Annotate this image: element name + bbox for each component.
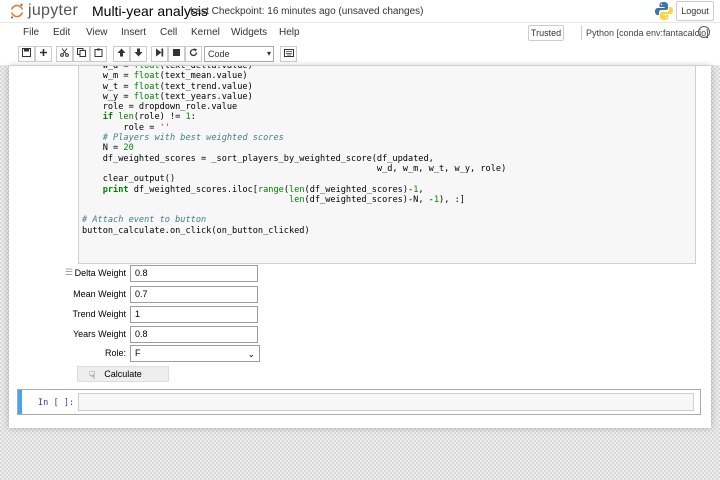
selected-cell-indicator <box>18 390 22 414</box>
code-line: w_y = float(text_years.value) <box>82 91 253 102</box>
add-cell-button[interactable] <box>35 46 52 62</box>
paste-button[interactable] <box>90 46 107 62</box>
code-line: # Players with best weighted scores <box>102 133 284 144</box>
code-line: N = 20 <box>82 143 134 154</box>
copy-button[interactable] <box>73 46 90 62</box>
menu-insert[interactable]: Insert <box>121 27 146 38</box>
stop-button[interactable] <box>168 46 185 62</box>
mean-weight-input[interactable]: 0.7 <box>130 286 258 303</box>
move-down-button[interactable] <box>130 46 147 62</box>
role-dropdown[interactable]: F ⌄ <box>130 345 260 362</box>
role-label: Role: <box>104 348 126 358</box>
delta-weight-input[interactable]: 0.8 <box>130 265 258 282</box>
code-line: if len(role) != 1: <box>102 112 196 123</box>
code-line: button_calculate.on_click(on_button_clic… <box>82 225 310 236</box>
save-button[interactable] <box>18 46 35 62</box>
restart-button[interactable] <box>185 46 202 62</box>
chevron-down-icon: ▾ <box>266 49 271 58</box>
move-up-button[interactable] <box>113 46 130 62</box>
kernel-status-icon <box>698 26 710 38</box>
empty-code-cell[interactable]: In [ ]: <box>17 389 701 415</box>
menu-kernel[interactable]: Kernel <box>191 27 220 38</box>
years-weight-input[interactable]: 0.8 <box>130 326 258 343</box>
code-line: w_d, w_m, w_t, w_y, role) <box>82 163 507 174</box>
code-line: w_d = float(text_delta.value) <box>82 66 253 71</box>
menu-view[interactable]: View <box>86 27 108 38</box>
cut-icon <box>60 48 69 57</box>
menubar: File Edit View Insert Cell Kernel Widget… <box>0 22 720 44</box>
hand-cursor-icon: ☟ <box>89 370 96 382</box>
keyboard-icon <box>283 49 294 57</box>
role-dropdown-value: F <box>135 348 141 358</box>
code-line: role = dropdown_role.value <box>82 102 238 113</box>
notebook-container: w_d = float(text_delta.value) w_m = floa… <box>9 66 711 428</box>
trend-weight-input[interactable]: 1 <box>130 306 258 323</box>
delta-weight-label: Delta Weight <box>74 268 126 278</box>
move-down-icon <box>134 48 143 57</box>
move-up-icon <box>117 48 126 57</box>
copy-icon <box>77 48 86 57</box>
code-line: clear_output() <box>82 174 176 185</box>
code-line: role = '' <box>82 122 170 133</box>
cut-button[interactable] <box>56 46 73 62</box>
save-icon <box>22 48 31 57</box>
restart-icon <box>189 48 198 57</box>
code-line: df_weighted_scores = _sort_players_by_we… <box>82 153 434 164</box>
menu-cell[interactable]: Cell <box>160 27 177 38</box>
code-editor[interactable]: w_d = float(text_delta.value) w_m = floa… <box>79 66 695 236</box>
years-weight-label: Years Weight <box>72 329 126 339</box>
code-line: # Attach event to button <box>82 215 207 226</box>
new-cell-input[interactable] <box>78 393 694 411</box>
cell-type-select[interactable]: Code ▾ <box>204 46 274 62</box>
trusted-indicator[interactable]: Trusted <box>528 25 564 41</box>
trend-weight-label: Trend Weight <box>72 309 126 319</box>
menu-edit[interactable]: Edit <box>53 27 70 38</box>
kernel-separator <box>581 26 582 40</box>
menu-file[interactable]: File <box>23 27 39 38</box>
chevron-down-icon: ⌄ <box>247 349 255 359</box>
stop-icon <box>173 49 180 56</box>
add-icon <box>40 49 47 56</box>
code-line: w_m = float(text_mean.value) <box>82 71 248 82</box>
input-prompt: In [ ]: <box>38 398 75 408</box>
code-cell-input[interactable]: w_d = float(text_delta.value) w_m = floa… <box>78 66 696 264</box>
logo-text: jupyter <box>28 2 79 19</box>
code-line: len(df_weighted_scores)-N, -1), :] <box>288 194 465 205</box>
checkpoint-status: Last Checkpoint: 16 minutes ago (unsaved… <box>190 6 424 17</box>
jupyter-logo[interactable]: jupyter <box>10 2 78 20</box>
toolbar: Code ▾ <box>0 43 720 66</box>
paste-icon <box>94 48 103 57</box>
run-button[interactable] <box>151 46 168 62</box>
jupyter-icon <box>10 3 24 19</box>
python-logo-icon <box>655 2 673 20</box>
code-line: print df_weighted_scores.iloc[range(len(… <box>102 184 424 195</box>
logout-button[interactable]: Logout <box>676 1 714 21</box>
menu-widgets[interactable]: Widgets <box>231 27 267 38</box>
notebook-header: jupyter Multi-year analysis Last Checkpo… <box>0 0 720 22</box>
code-line: w_t = float(text_trend.value) <box>82 81 253 92</box>
run-icon <box>156 48 164 57</box>
cell-type-value: Code <box>208 49 230 59</box>
mean-weight-label: Mean Weight <box>73 289 126 299</box>
menu-help[interactable]: Help <box>279 27 300 38</box>
command-palette-button[interactable] <box>280 46 297 62</box>
kernel-name[interactable]: Python [conda env:fantacalcio] <box>586 28 709 38</box>
